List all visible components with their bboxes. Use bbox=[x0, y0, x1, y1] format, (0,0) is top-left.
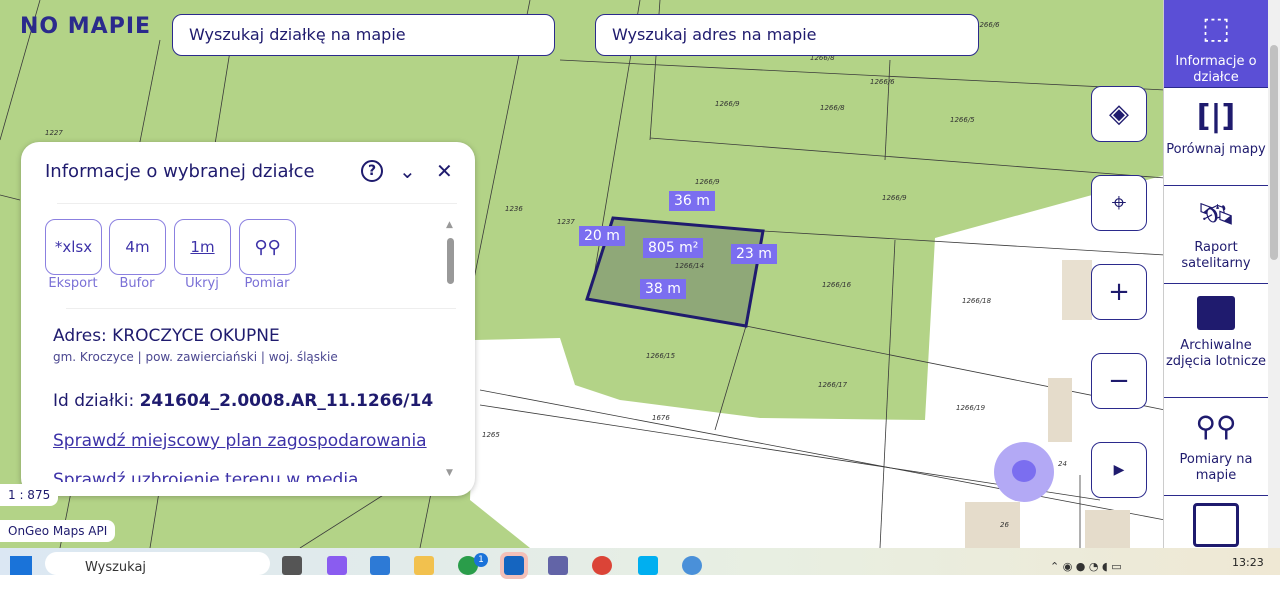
parcel-label: 1266/9 bbox=[695, 178, 720, 186]
parcel-label: 1266/8 bbox=[820, 104, 845, 112]
sidebar-label: Porównaj mapy bbox=[1166, 142, 1266, 157]
layers-icon: ◈ bbox=[1109, 99, 1129, 129]
measure-label: Pomiar bbox=[244, 276, 290, 291]
hide-button[interactable]: 1m bbox=[174, 219, 231, 275]
measure-pins-icon: ⚲⚲ bbox=[1195, 410, 1237, 443]
buffer-button[interactable]: 4m bbox=[109, 219, 166, 275]
zoom-out-button[interactable]: − bbox=[1091, 353, 1147, 409]
parcel-label: 1236 bbox=[505, 205, 523, 213]
export-button[interactable]: *xlsx bbox=[45, 219, 102, 275]
taskbar-search-label: Wyszukaj bbox=[85, 560, 147, 575]
notification-badge: 1 bbox=[474, 553, 488, 567]
address: Adres: KROCZYCE OKUPNE bbox=[53, 326, 280, 346]
parcel-label: 1266/18 bbox=[962, 297, 992, 305]
hide-label: Ukryj bbox=[185, 276, 219, 291]
copilot-icon[interactable] bbox=[327, 556, 347, 575]
sidebar-item-parcel-info[interactable]: ⬚ Informacje o działce bbox=[1164, 0, 1268, 88]
task-view-icon[interactable] bbox=[282, 556, 302, 575]
layers-button[interactable]: ◈ bbox=[1091, 86, 1147, 142]
parcel-label: 1266/14 bbox=[675, 262, 704, 270]
export-label: Eksport bbox=[48, 276, 98, 291]
zoning-plan-link[interactable]: Sprawdź miejscowy plan zagospodarowania bbox=[53, 431, 427, 451]
skype-icon[interactable] bbox=[638, 556, 658, 575]
parcel-id-value: 241604_2.0008.AR_11.1266/14 bbox=[139, 391, 434, 411]
sidebar-label: Pomiary na mapie bbox=[1179, 452, 1253, 483]
measure-button[interactable]: ⚲⚲ bbox=[239, 219, 296, 275]
sidebar-item-more[interactable] bbox=[1164, 496, 1268, 594]
system-tray[interactable]: ⌃ ◉ ● ◔ ◖ ▭ bbox=[1050, 560, 1122, 573]
sidebar-label: Informacje o działce bbox=[1175, 54, 1257, 85]
chrome-icon[interactable] bbox=[592, 556, 612, 575]
parcel-label: 26 bbox=[1000, 521, 1009, 529]
buffer-label: Bufor bbox=[119, 276, 155, 291]
parcel-label: 1266/17 bbox=[818, 381, 848, 389]
measure-top: 36 m bbox=[669, 191, 715, 211]
tools-sidebar: ⬚ Informacje o działce [|] Porównaj mapy 🛰… bbox=[1163, 0, 1268, 548]
measure-left: 20 m bbox=[579, 226, 625, 246]
plus-icon: + bbox=[1108, 277, 1130, 307]
parcel-label: 1676 bbox=[652, 414, 670, 422]
sidebar-item-compare-maps[interactable]: [|] Porównaj mapy bbox=[1164, 88, 1268, 186]
measure-right: 23 m bbox=[731, 244, 777, 264]
parcel-label: 1266/16 bbox=[822, 281, 852, 289]
parcel-label: 1266/5 bbox=[950, 116, 975, 124]
teams-icon[interactable] bbox=[548, 556, 568, 575]
minus-icon: − bbox=[1108, 366, 1130, 396]
panel-scrollbar[interactable]: ▲ ▼ bbox=[446, 220, 455, 482]
parcel-label: 1266/9 bbox=[882, 194, 907, 202]
image-icon bbox=[1164, 290, 1268, 336]
app-icon[interactable] bbox=[370, 556, 390, 575]
logo[interactable]: NO MAPIE bbox=[20, 16, 151, 38]
locate-button[interactable]: ⌖ bbox=[1091, 175, 1147, 231]
land-class-icon bbox=[1164, 502, 1268, 548]
start-icon[interactable] bbox=[10, 556, 32, 575]
parcel-label: 24 bbox=[1058, 460, 1067, 468]
utilities-link[interactable]: Sprawdź uzbrojenie terenu w media bbox=[53, 470, 358, 482]
scale-indicator: 1 : 875 bbox=[0, 484, 59, 506]
attribution[interactable]: OnGeo Maps API bbox=[0, 520, 116, 542]
parcel-label: 1265 bbox=[482, 431, 500, 439]
clock[interactable]: 13:23 bbox=[1232, 556, 1264, 569]
sidebar-label: Archiwalne zdjęcia lotnicze bbox=[1165, 338, 1267, 369]
address-search-input[interactable]: Wyszukaj adres na mapie bbox=[595, 14, 979, 56]
parcel-label: 1266/6 bbox=[870, 78, 895, 86]
panel-title: Informacje o wybranej działce bbox=[45, 161, 315, 182]
app-icon[interactable] bbox=[682, 556, 702, 575]
sidebar-item-aerial-photos[interactable]: Archiwalne zdjęcia lotnicze bbox=[1164, 284, 1268, 398]
file-explorer-icon[interactable] bbox=[414, 556, 434, 575]
chat-button[interactable] bbox=[994, 442, 1054, 502]
chat-icon bbox=[1012, 460, 1036, 482]
parcel-id-label: Id działki: bbox=[53, 391, 140, 411]
collapse-chevron-icon[interactable]: ⌄ bbox=[399, 160, 416, 182]
zoom-in-button[interactable]: + bbox=[1091, 264, 1147, 320]
expand-button[interactable]: ▶ bbox=[1091, 442, 1147, 498]
measure-bottom: 38 m bbox=[640, 279, 686, 299]
parcel-search-input[interactable]: Wyszukaj działkę na mapie bbox=[172, 14, 555, 56]
sidebar-label: Raport satelitarny bbox=[1181, 240, 1251, 271]
parcel-label: 1227 bbox=[45, 129, 63, 137]
measure-area: 805 m² bbox=[643, 238, 704, 258]
close-icon[interactable]: ✕ bbox=[436, 160, 453, 182]
sidebar-scrollbar[interactable] bbox=[1268, 0, 1280, 548]
parcel-label: 1266/9 bbox=[715, 100, 740, 108]
compare-icon: [|] bbox=[1196, 99, 1236, 134]
taskbar-search[interactable]: Wyszukaj bbox=[45, 552, 270, 575]
parcel-id: Id działki: 241604_2.0008.AR_11.1266/14 bbox=[53, 391, 433, 411]
sidebar-item-measurements[interactable]: ⚲⚲ Pomiary na mapie bbox=[1164, 398, 1268, 496]
parcel-select-icon: ⬚ bbox=[1201, 11, 1231, 46]
parcel-label: 1237 bbox=[557, 218, 575, 226]
satellite-icon: 🛰 bbox=[1196, 197, 1236, 232]
help-icon[interactable]: ? bbox=[361, 160, 383, 182]
measure-pins-icon: ⚲⚲ bbox=[254, 236, 281, 258]
parcel-info-panel: Informacje o wybranej działce ? ⌄ ✕ *xls… bbox=[21, 142, 475, 496]
outlook-icon[interactable] bbox=[500, 552, 528, 579]
parcel-label: 1266/19 bbox=[956, 404, 986, 412]
parcel-label: 1266/15 bbox=[646, 352, 676, 360]
crosshair-icon: ⌖ bbox=[1111, 187, 1127, 218]
sidebar-item-satellite-report[interactable]: 🛰 Raport satelitarny bbox=[1164, 186, 1268, 284]
admin-units: gm. Kroczyce | pow. zawierciański | woj.… bbox=[53, 350, 338, 364]
play-icon: ▶ bbox=[1113, 462, 1125, 478]
